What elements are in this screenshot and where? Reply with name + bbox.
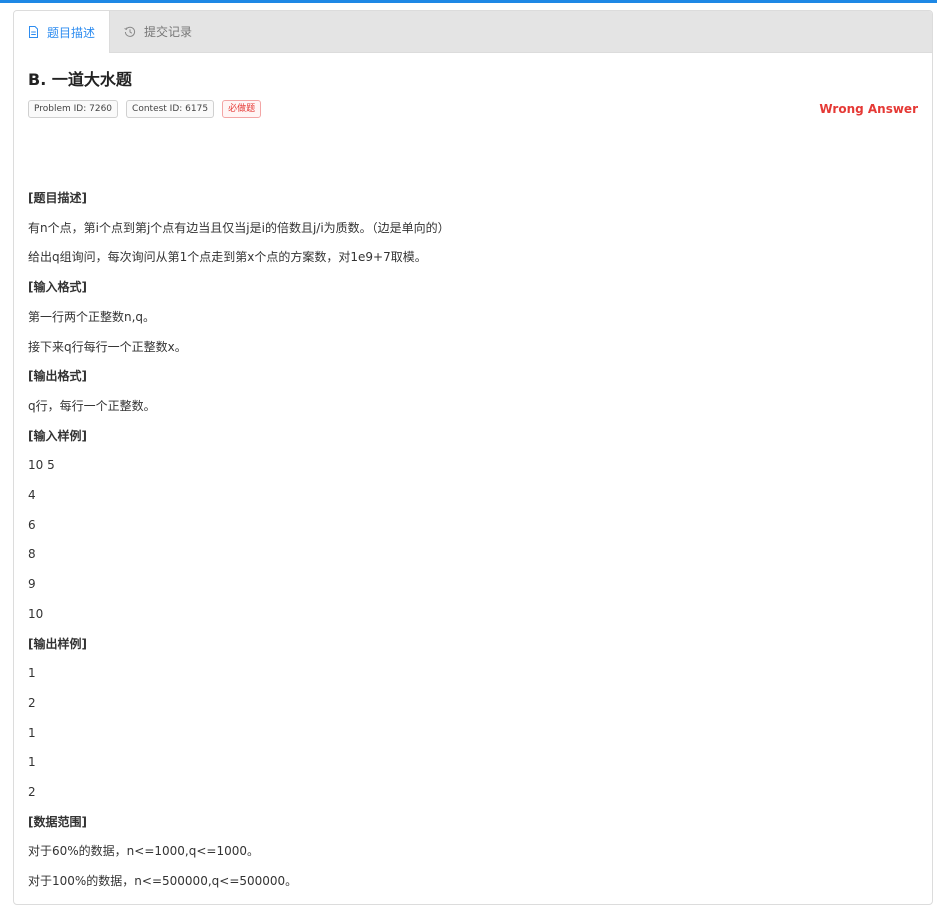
tab-description-label: 题目描述	[47, 25, 96, 40]
sample-output-line: 1	[28, 666, 36, 681]
sample-input-line: 8	[28, 547, 36, 562]
contest-id-badge: Contest ID: 6175	[126, 100, 215, 118]
sample-input-line: 10	[28, 606, 44, 621]
input-format-line: 接下来q行每行一个正整数x。	[28, 339, 187, 354]
section-heading-sample-output: [输出样例]	[28, 636, 87, 651]
output-format-line: q行，每行一个正整数。	[28, 398, 156, 413]
problem-meta: Problem ID: 7260 Contest ID: 6175 必做题 Wr…	[28, 100, 918, 118]
input-format-line: 第一行两个正整数n,q。	[28, 309, 156, 324]
submission-status: Wrong Answer	[819, 102, 918, 116]
tab-submissions-label: 提交记录	[144, 25, 193, 39]
tab-bar: 题目描述 提交记录	[14, 11, 932, 53]
sample-input-line: 10 5	[28, 458, 55, 473]
problem-id-badge: Problem ID: 7260	[28, 100, 119, 118]
problem-tags: Problem ID: 7260 Contest ID: 6175 必做题	[28, 100, 262, 118]
sample-output-line: 2	[28, 695, 36, 710]
document-icon	[28, 26, 39, 38]
sample-input-line: 6	[28, 517, 36, 532]
range-line: 对于100%的数据，n<=500000,q<=500000。	[28, 874, 298, 889]
sample-input-line: 4	[28, 488, 36, 503]
range-line: 对于60%的数据，n<=1000,q<=1000。	[28, 844, 260, 859]
section-heading-output: [输出格式]	[28, 369, 87, 384]
sample-output-line: 1	[28, 725, 36, 740]
problem-title: B. 一道大水题	[28, 70, 132, 89]
top-accent-bar	[0, 0, 937, 3]
history-icon	[124, 26, 136, 38]
sample-input-line: 9	[28, 577, 36, 592]
required-badge: 必做题	[222, 100, 262, 118]
description-line: 有n个点，第i个点到第j个点有边当且仅当j是i的倍数且j/i为质数。（边是单向的…	[28, 220, 450, 235]
sample-output-line: 2	[28, 785, 36, 800]
section-heading-sample-input: [输入样例]	[28, 428, 87, 443]
section-heading-range: [数据范围]	[28, 814, 87, 829]
problem-card: 题目描述 提交记录 B. 一道大水题 Problem ID: 7260 Cont…	[13, 10, 933, 905]
description-line: 给出q组询问，每次询问从第1个点走到第x个点的方案数，对1e9+7取模。	[28, 250, 427, 265]
tab-submissions[interactable]: 提交记录	[110, 11, 206, 52]
problem-statement: [题目描述] 有n个点，第i个点到第j个点有边当且仅当j是i的倍数且j/i为质数…	[28, 184, 918, 897]
tab-description[interactable]: 题目描述	[14, 11, 111, 53]
problem-content: B. 一道大水题 Problem ID: 7260 Contest ID: 61…	[14, 53, 932, 897]
sample-output-line: 1	[28, 755, 36, 770]
section-heading-input: [输入格式]	[28, 280, 87, 295]
section-heading-description: [题目描述]	[28, 191, 87, 205]
